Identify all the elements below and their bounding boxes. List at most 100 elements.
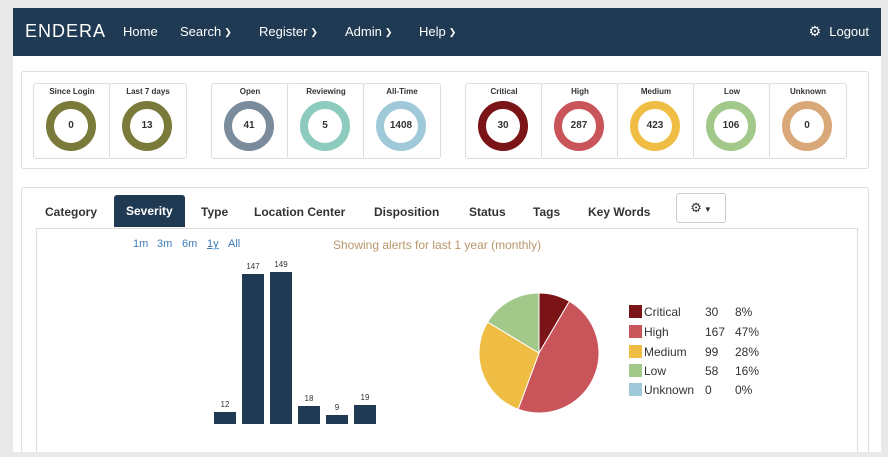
legend-percent: 28%: [735, 345, 760, 359]
legend-name: Unknown: [644, 383, 695, 397]
tab-tags[interactable]: Tags: [533, 205, 560, 219]
legend-name: Low: [644, 364, 667, 378]
legend-name: High: [644, 325, 669, 339]
navbar: ENDERA Home Search ❯ Register ❯ Admin ❯ Hel…: [13, 8, 881, 56]
caret-down-icon: ▼: [703, 205, 712, 214]
legend-swatch: [629, 325, 642, 338]
tab-location-center[interactable]: Location Center: [254, 205, 345, 219]
legend-swatch: [629, 345, 642, 358]
counter-value: 5: [322, 120, 328, 131]
range-1m[interactable]: 1m: [133, 238, 148, 250]
legend-percent: 0%: [735, 383, 753, 397]
chevron-down-icon: ❯: [310, 27, 318, 37]
counter-open[interactable]: Open 41: [211, 83, 289, 159]
brand-logo[interactable]: ENDERA: [25, 21, 106, 42]
nav-home[interactable]: Home: [123, 24, 158, 39]
counter-reviewing[interactable]: Reviewing 5: [287, 83, 365, 159]
nav-help-label: Help: [419, 24, 446, 39]
bar-6[interactable]: [354, 404, 376, 424]
bar-value-label: 149: [274, 260, 288, 269]
nav-help[interactable]: Help ❯: [419, 24, 456, 39]
nav-admin[interactable]: Admin ❯: [345, 24, 392, 39]
counter-all-time[interactable]: All-Time 1408: [363, 83, 441, 159]
counter-critical[interactable]: Critical 30: [465, 83, 543, 159]
bar-value-label: 18: [304, 393, 314, 403]
tab-disposition[interactable]: Disposition: [374, 205, 439, 219]
legend-swatch: [629, 305, 642, 318]
counter-medium[interactable]: Medium 423: [617, 83, 695, 159]
counter-unknown[interactable]: Unknown 0: [769, 83, 847, 159]
logout-button[interactable]: ⚙ Logout: [809, 23, 869, 40]
counter-label: Medium: [640, 87, 672, 96]
counter-value: 1408: [389, 120, 413, 131]
tab-status[interactable]: Status: [469, 205, 506, 219]
range-3m[interactable]: 3m: [157, 238, 172, 250]
counter-label: Unknown: [790, 87, 826, 96]
legend-count: 0: [705, 383, 712, 397]
bar-value-label: 19: [360, 392, 370, 402]
counter-label: All-Time: [386, 87, 418, 96]
pie-chart: [478, 292, 600, 414]
legend-count: 99: [705, 345, 719, 359]
showing-caption: Showing alerts for last 1 year (monthly): [333, 238, 542, 252]
app-frame: ENDERA Home Search ❯ Register ❯ Admin ❯ Hel…: [13, 8, 881, 452]
tab-key-words[interactable]: Key Words: [588, 205, 650, 219]
chevron-down-icon: ❯: [384, 27, 393, 37]
chart-panel: Category Severity Type Location Center D…: [21, 187, 869, 452]
legend-percent: 16%: [735, 364, 760, 378]
counter-value: 423: [646, 120, 664, 131]
chart-settings-button[interactable]: ⚙ ▼: [676, 193, 726, 223]
gear-icon: ⚙: [690, 200, 702, 215]
range-6m[interactable]: 6m: [182, 238, 197, 250]
bar-1[interactable]: [214, 411, 236, 424]
counter-label: High: [571, 87, 589, 96]
counter-since-login[interactable]: Since Login 0: [33, 83, 111, 159]
gear-icon[interactable]: ⚙: [809, 23, 822, 39]
bar-5[interactable]: [326, 414, 348, 424]
counter-value: 106: [722, 120, 740, 131]
counter-value: 30: [497, 120, 509, 131]
bar-value-label: 147: [246, 262, 260, 272]
nav-admin-label: Admin: [345, 24, 382, 39]
nav-search[interactable]: Search ❯: [180, 24, 232, 39]
legend-swatch: [629, 383, 642, 396]
counter-low[interactable]: Low 106: [693, 83, 771, 159]
legend-name: Medium: [644, 345, 687, 359]
legend-name: Critical: [644, 305, 681, 319]
tab-type[interactable]: Type: [201, 205, 228, 219]
tab-category[interactable]: Category: [45, 205, 97, 219]
counter-label: Last 7 days: [126, 87, 170, 96]
chevron-down-icon: ❯: [224, 27, 232, 37]
counter-value: 0: [68, 120, 74, 131]
range-all[interactable]: All: [228, 238, 240, 250]
counter-label: Low: [724, 87, 740, 96]
nav-home-label: Home: [123, 24, 158, 39]
counter-high[interactable]: High 287: [541, 83, 619, 159]
chevron-down-icon: ❯: [448, 27, 457, 37]
legend-count: 58: [705, 364, 719, 378]
legend-count: 30: [705, 305, 719, 319]
counter-last-7-days[interactable]: Last 7 days 13: [109, 83, 187, 159]
nav-register[interactable]: Register ❯: [259, 24, 318, 39]
legend-percent: 47%: [735, 325, 760, 339]
counter-value: 287: [570, 120, 588, 131]
logout-label: Logout: [829, 24, 869, 39]
counter-label: Open: [239, 87, 261, 96]
bar-2[interactable]: [242, 274, 264, 424]
bar-3[interactable]: [270, 272, 292, 424]
counter-value: 13: [141, 120, 153, 131]
bar-4[interactable]: [298, 405, 320, 424]
legend-percent: 8%: [735, 305, 753, 319]
counter-value: 0: [804, 120, 810, 131]
counter-label: Since Login: [49, 87, 95, 96]
counters-panel: Since Login 0 Last 7 days 13 Open 41 Rev…: [21, 71, 869, 169]
counter-label: Reviewing: [306, 87, 346, 96]
chart-area: 1m 3m 6m 1y All Showing alerts for last …: [36, 228, 858, 452]
tab-severity[interactable]: Severity: [114, 195, 185, 227]
counter-label: Critical: [490, 87, 518, 96]
nav-search-label: Search: [180, 24, 222, 39]
bar-value-label: 9: [334, 402, 340, 412]
counter-value: 41: [243, 120, 255, 131]
nav-register-label: Register: [259, 24, 308, 39]
range-1y[interactable]: 1y: [207, 238, 219, 250]
